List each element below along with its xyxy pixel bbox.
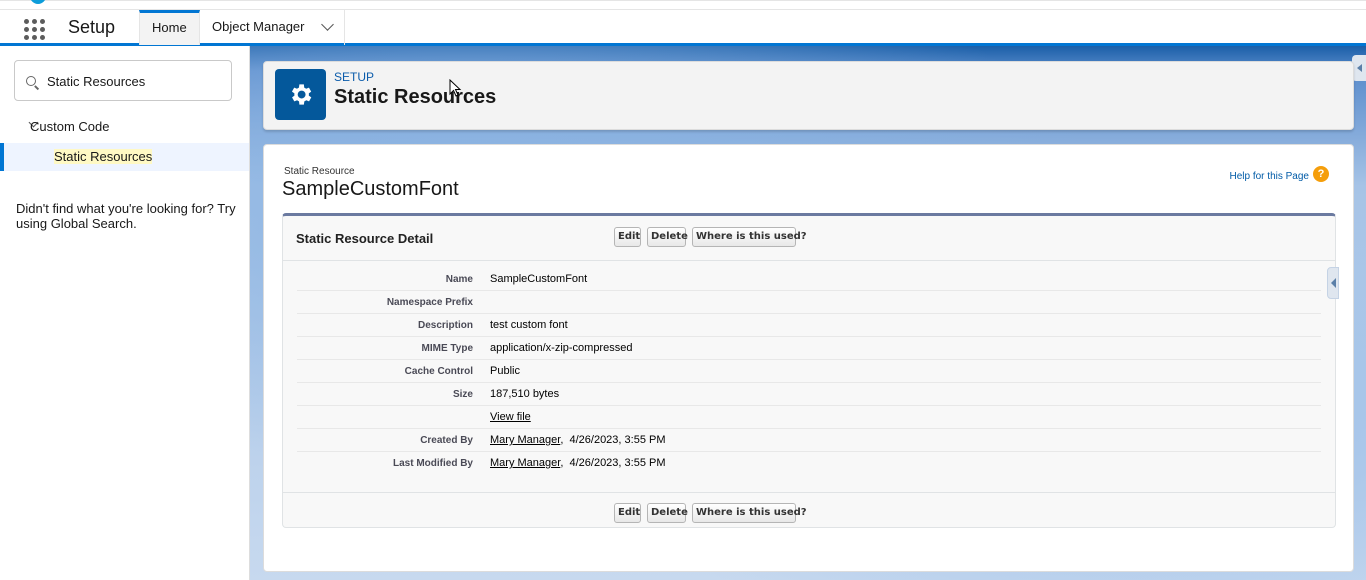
quick-find-box[interactable]: [14, 60, 232, 101]
field-row-created-by: Created By Mary Manager, 4/26/2023, 3:55…: [297, 429, 1321, 452]
app-launcher-icon[interactable]: [22, 17, 46, 41]
tab-home-label: Home: [152, 20, 187, 35]
delete-button[interactable]: Delete: [647, 227, 688, 247]
modified-date: , 4/26/2023, 3:55 PM: [560, 457, 666, 469]
edit-button[interactable]: Edit: [614, 503, 641, 523]
field-value: application/x-zip-compressed: [490, 342, 633, 354]
setup-sidebar: Custom Code Static Resources Didn't find…: [0, 46, 250, 580]
side-panel-toggle[interactable]: [1327, 267, 1339, 299]
record-detail-card: Static Resource SampleCustomFont Help fo…: [263, 144, 1354, 572]
breadcrumb-setup: SETUP: [334, 70, 375, 84]
field-value: View file: [490, 411, 531, 423]
field-label: Namespace Prefix: [386, 297, 473, 308]
tab-home[interactable]: Home: [139, 10, 200, 45]
where-used-button[interactable]: Where is this used?: [692, 227, 807, 247]
tree-group-custom-code[interactable]: Custom Code: [0, 117, 249, 138]
salesforce-logo-icon: [30, 0, 46, 4]
modified-by-user-link[interactable]: Mary Manager: [490, 457, 560, 469]
field-label: Cache Control: [404, 366, 473, 377]
field-row-description: Description test custom font: [297, 314, 1321, 337]
field-row-view-file: View file: [297, 406, 1321, 429]
detail-section-title: Static Resource Detail: [296, 231, 434, 246]
tree-group-label: Custom Code: [30, 119, 110, 134]
field-row-cache-control: Cache Control Public: [297, 360, 1321, 383]
mouse-cursor-icon: [449, 79, 462, 97]
tab-object-manager-label: Object Manager: [212, 19, 305, 34]
quick-find-input[interactable]: [47, 71, 217, 91]
view-file-link[interactable]: View file: [490, 411, 531, 423]
detail-section-header: Static Resource Detail Edit Delete Where…: [283, 216, 1335, 261]
field-label: Size: [452, 389, 473, 400]
field-row-mime-type: MIME Type application/x-zip-compressed: [297, 337, 1321, 360]
edit-button[interactable]: Edit: [614, 227, 641, 247]
detail-section: Static Resource Detail Edit Delete Where…: [282, 213, 1336, 528]
field-row-namespace: Namespace Prefix: [297, 291, 1321, 314]
created-date: , 4/26/2023, 3:55 PM: [560, 434, 666, 446]
record-name: SampleCustomFont: [282, 178, 459, 200]
help-for-page-link[interactable]: Help for this Page: [1230, 171, 1310, 182]
field-value: test custom font: [490, 319, 568, 331]
tree-item-label: Static Resources: [54, 149, 153, 164]
field-label: MIME Type: [421, 343, 473, 354]
record-type-label: Static Resource: [284, 166, 355, 177]
created-by-user-link[interactable]: Mary Manager: [490, 434, 560, 446]
delete-button[interactable]: Delete: [647, 503, 688, 523]
tab-object-manager[interactable]: Object Manager: [200, 10, 345, 45]
gear-icon: [275, 69, 326, 120]
collapse-panel-tab[interactable]: [1352, 55, 1366, 81]
field-value: Public: [490, 365, 520, 377]
page-header: SETUP Static Resources: [263, 61, 1354, 130]
page-title: Static Resources: [334, 86, 497, 108]
chevron-down-icon[interactable]: [321, 18, 334, 31]
field-label: Name: [445, 274, 473, 285]
tree-item-static-resources[interactable]: Static Resources: [0, 143, 249, 171]
help-icon[interactable]: ?: [1313, 166, 1329, 182]
field-label: Created By: [420, 435, 473, 446]
not-found-message: Didn't find what you're looking for? Try…: [16, 201, 236, 231]
field-label: Last Modified By: [392, 458, 473, 469]
field-value: Mary Manager, 4/26/2023, 3:55 PM: [490, 434, 666, 446]
field-value: SampleCustomFont: [490, 273, 588, 285]
app-name: Setup: [68, 17, 116, 37]
field-row-name: Name SampleCustomFont: [297, 268, 1321, 291]
search-icon: [26, 76, 36, 86]
where-used-button[interactable]: Where is this used?: [692, 503, 807, 523]
field-row-size: Size 187,510 bytes: [297, 383, 1321, 406]
field-row-last-modified-by: Last Modified By Mary Manager, 4/26/2023…: [297, 452, 1321, 475]
field-label: Description: [417, 320, 473, 331]
field-value: 187,510 bytes: [490, 388, 560, 400]
field-value: Mary Manager, 4/26/2023, 3:55 PM: [490, 457, 666, 469]
detail-section-footer: [283, 492, 1335, 528]
global-nav-bar: Setup Home Object Manager: [0, 0, 1366, 46]
